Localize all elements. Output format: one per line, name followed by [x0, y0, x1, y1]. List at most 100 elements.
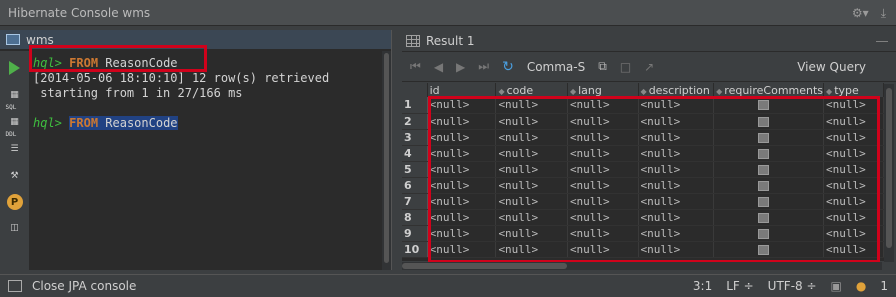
cell-requirecomments[interactable] [713, 225, 825, 242]
hql-editor[interactable]: hql> FROM ReasonCode [2014-05-06 18:10:1… [30, 51, 391, 270]
checkbox[interactable] [758, 164, 770, 175]
cell-lang[interactable]: <null> [567, 209, 639, 226]
cell-type[interactable]: <null> [823, 225, 884, 242]
checkbox[interactable] [758, 100, 770, 111]
cell-lang[interactable]: <null> [567, 145, 639, 162]
cell-lang[interactable]: <null> [567, 129, 639, 146]
table-row[interactable]: 7 <null> <null> <null> <null> <null> [402, 193, 884, 210]
refresh-icon[interactable]: ↻ [502, 59, 514, 75]
notification-badge[interactable]: 1 [880, 279, 888, 293]
cell-description[interactable]: <null> [638, 193, 715, 210]
first-page-icon[interactable]: ⏮ [410, 59, 421, 74]
cell-type[interactable]: <null> [823, 193, 884, 210]
cell-description[interactable]: <null> [638, 145, 715, 162]
wrench-icon[interactable]: ⚒ [6, 167, 24, 185]
cell-id[interactable]: <null> [427, 161, 497, 178]
column-header-description[interactable]: ◆ description [638, 83, 715, 97]
cell-id[interactable]: <null> [427, 193, 497, 210]
row-number[interactable]: 3 [402, 129, 428, 146]
row-number[interactable]: 8 [402, 209, 428, 226]
hide-icon[interactable]: ― [876, 34, 888, 48]
cell-code[interactable]: <null> [495, 129, 568, 146]
cell-requirecomments[interactable] [713, 97, 825, 114]
format-select[interactable]: Comma-S [527, 60, 585, 74]
table-row[interactable]: 5 <null> <null> <null> <null> <null> [402, 161, 884, 178]
row-number[interactable]: 2 [402, 113, 428, 130]
result-grid[interactable]: id ◆ code ◆ lang ◆ description ◆ requireComm… [402, 83, 884, 261]
cell-description[interactable]: <null> [638, 241, 715, 258]
cell-requirecomments[interactable] [713, 129, 825, 146]
cell-id[interactable]: <null> [427, 145, 497, 162]
checkbox[interactable] [758, 148, 770, 159]
event-log-icon[interactable]: ● [856, 279, 866, 293]
cell-requirecomments[interactable] [713, 145, 825, 162]
cell-requirecomments[interactable] [713, 177, 825, 194]
row-number[interactable]: 4 [402, 145, 428, 162]
row-number[interactable]: 6 [402, 177, 428, 194]
export-icon[interactable]: ↗ [644, 60, 654, 74]
checkbox[interactable] [758, 212, 770, 223]
cell-id[interactable]: <null> [427, 129, 497, 146]
cell-requirecomments[interactable] [713, 193, 825, 210]
table-row[interactable]: 10 <null> <null> <null> <null> <null> [402, 241, 884, 258]
ddl-icon[interactable]: ▦ DDL [6, 113, 24, 138]
row-number[interactable]: 7 [402, 193, 428, 210]
row-number[interactable]: 5 [402, 161, 428, 178]
checkbox[interactable] [758, 116, 770, 127]
column-header-code[interactable]: ◆ code [495, 83, 568, 97]
table-row[interactable]: 3 <null> <null> <null> <null> <null> [402, 129, 884, 146]
cell-code[interactable]: <null> [495, 209, 568, 226]
cell-code[interactable]: <null> [495, 193, 568, 210]
checkbox[interactable] [758, 196, 770, 207]
cell-code[interactable]: <null> [495, 161, 568, 178]
checkbox[interactable] [758, 132, 770, 143]
row-number[interactable]: 9 [402, 225, 428, 242]
cell-description[interactable]: <null> [638, 225, 715, 242]
save-icon[interactable]: □ [620, 60, 631, 74]
grid-vertical-scrollbar[interactable] [884, 84, 894, 262]
cell-lang[interactable]: <null> [567, 97, 639, 114]
cell-id[interactable]: <null> [427, 97, 497, 114]
cell-code[interactable]: <null> [495, 225, 568, 242]
cell-requirecomments[interactable] [713, 113, 825, 130]
cell-description[interactable]: <null> [638, 161, 715, 178]
cell-lang[interactable]: <null> [567, 193, 639, 210]
run-icon[interactable] [6, 59, 24, 77]
cell-lang[interactable]: <null> [567, 241, 639, 258]
previous-page-icon[interactable]: ◀ [434, 60, 443, 74]
row-number[interactable]: 1 [402, 97, 428, 114]
table-row[interactable]: 9 <null> <null> <null> <null> <null> [402, 225, 884, 242]
cell-requirecomments[interactable] [713, 161, 825, 178]
table-row[interactable]: 2 <null> <null> <null> <null> <null> [402, 113, 884, 130]
cell-type[interactable]: <null> [823, 241, 884, 258]
editor-scrollbar[interactable] [381, 51, 391, 270]
checkbox[interactable] [758, 244, 770, 255]
cell-code[interactable]: <null> [495, 241, 568, 258]
parameters-button[interactable]: P [6, 194, 23, 210]
cell-id[interactable]: <null> [427, 113, 497, 130]
cell-requirecomments[interactable] [713, 209, 825, 226]
column-header-type[interactable]: ◆ type [823, 83, 884, 97]
row-number[interactable]: 10 [402, 241, 428, 258]
cell-lang[interactable]: <null> [567, 225, 639, 242]
cell-id[interactable]: <null> [427, 209, 497, 226]
cell-type[interactable]: <null> [823, 145, 884, 162]
layout-icon[interactable]: ◫ [6, 219, 24, 237]
hide-panel-icon[interactable]: ⤓ [881, 7, 886, 19]
copy-icon[interactable]: ⧉ [598, 59, 607, 74]
cell-id[interactable]: <null> [427, 177, 497, 194]
table-row[interactable]: 8 <null> <null> <null> <null> <null> [402, 209, 884, 226]
cell-type[interactable]: <null> [823, 177, 884, 194]
cell-id[interactable]: <null> [427, 241, 497, 258]
cell-description[interactable]: <null> [638, 97, 715, 114]
cell-lang[interactable]: <null> [567, 161, 639, 178]
console-tab[interactable]: wms [0, 30, 391, 50]
cell-lang[interactable]: <null> [567, 177, 639, 194]
tool-window-icon[interactable] [8, 280, 22, 292]
settings-list-icon[interactable]: ☰ [6, 140, 24, 158]
sql-log-icon[interactable]: ▦ SQL [6, 86, 24, 111]
last-page-icon[interactable]: ⏭ [478, 59, 489, 74]
line-separator[interactable]: LF ÷ [726, 279, 753, 293]
cell-code[interactable]: <null> [495, 177, 568, 194]
next-page-icon[interactable]: ▶ [456, 60, 465, 74]
